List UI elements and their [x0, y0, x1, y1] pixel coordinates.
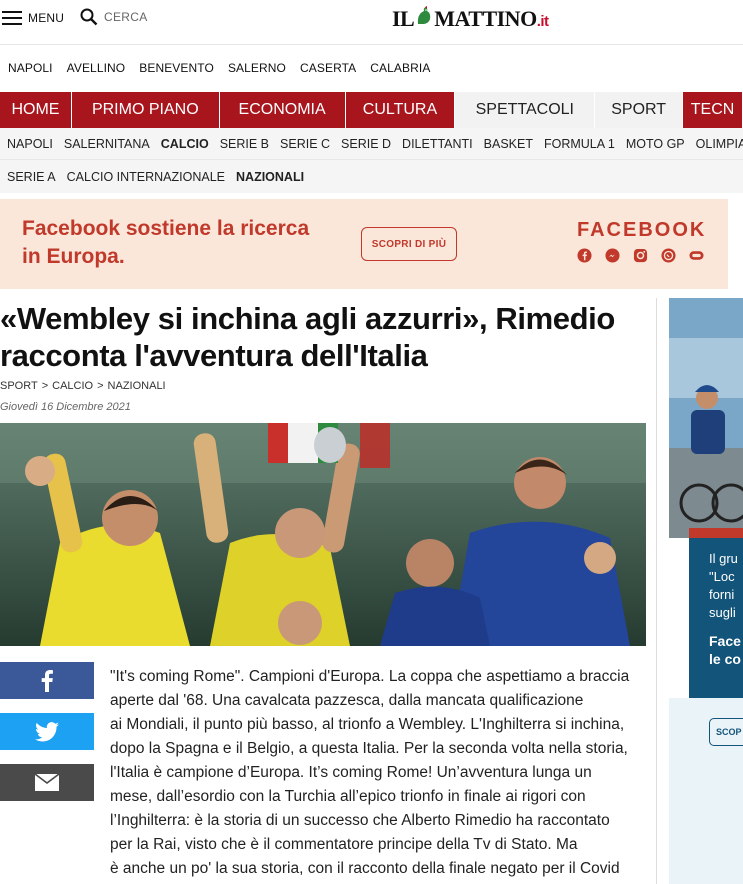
- main-nav-tab-spettacoli[interactable]: SPETTACOLI: [455, 92, 596, 128]
- local-city-nav: NAPOLI AVELLINO BENEVENTO SALERNO CASERTA CAL…: [0, 44, 743, 92]
- city-link-napoli[interactable]: NAPOLI: [8, 61, 53, 75]
- main-nav-tab-home[interactable]: HOME: [0, 92, 72, 128]
- rail-ad[interactable]: Il gru "Loc forni sugli Face le co SCOP: [669, 298, 743, 884]
- rail-ad-spacer: [709, 622, 743, 632]
- rail-ad-text: Il gru "Loc forni sugli Face le co: [709, 550, 743, 668]
- menu-label: MENU: [28, 11, 65, 25]
- section-subnav-secondary: SERIE A CALCIO INTERNAZIONALE NAZIONALI: [0, 160, 743, 193]
- main-nav-tab-primo-piano[interactable]: PRIMO PIANO: [71, 92, 220, 128]
- subnav-link-moto-gp[interactable]: MOTO GP: [626, 137, 685, 151]
- rail-ad-line: forni: [709, 587, 735, 602]
- article-body-line: per la Rai, visto che è il commentatore …: [110, 836, 578, 853]
- ad-brand: FACEBOOK: [577, 219, 707, 241]
- twitter-share-icon: [35, 721, 59, 741]
- search-button[interactable]: CERCA: [80, 8, 148, 26]
- rail-divider: [656, 298, 657, 884]
- breadcrumb-link-sport[interactable]: SPORT: [0, 380, 38, 392]
- rail-ad-line: Il gru: [709, 551, 738, 566]
- breadcrumb-link-calcio[interactable]: CALCIO: [52, 380, 93, 392]
- messenger-icon: [605, 248, 620, 263]
- menu-button[interactable]: MENU: [0, 0, 64, 36]
- main-nav-tab-economia[interactable]: ECONOMIA: [219, 92, 346, 128]
- main-nav-tab-sport[interactable]: SPORT: [595, 92, 684, 128]
- facebook-share-icon: [41, 669, 53, 692]
- article-body-line: "It's coming Rome". Campioni d'Europa. L…: [110, 668, 630, 685]
- city-link-salerno[interactable]: SALERNO: [228, 61, 286, 75]
- logo-word-mattino: MATTINO: [434, 6, 537, 31]
- subnav-link-serie-d[interactable]: SERIE D: [341, 137, 391, 151]
- main-nav: HOME PRIMO PIANO ECONOMIA CULTURA SPETTACOLI…: [0, 92, 743, 128]
- city-link-avellino[interactable]: AVELLINO: [67, 61, 126, 75]
- ad-cta-button[interactable]: SCOPRI DI PIÙ: [361, 227, 457, 261]
- main-nav-tab-tecn[interactable]: TECN: [683, 92, 743, 128]
- subnav-link-serie-c[interactable]: SERIE C: [280, 137, 330, 151]
- site-logo[interactable]: IL MATTINO .it: [392, 6, 549, 32]
- ad-social-icons: [577, 248, 704, 263]
- hamburger-icon: [2, 11, 22, 25]
- article-body-line: dopo la Spagna e il Belgio, a questa Ita…: [110, 740, 628, 757]
- article-body-line: ai Mondiali, il punto più basso, al trio…: [110, 716, 625, 733]
- city-link-calabria[interactable]: CALABRIA: [370, 61, 430, 75]
- rail-ad-line: sugli: [709, 605, 736, 620]
- article-body-line: aperte dal '68. Una cavalcata pazzesca, …: [110, 692, 584, 709]
- facebook-icon: [577, 248, 592, 263]
- logo-text: IL MATTINO: [392, 6, 537, 32]
- subnav-link-basket[interactable]: BASKET: [484, 137, 533, 151]
- whatsapp-icon: [661, 248, 676, 263]
- article-body: "It's coming Rome". Campioni d'Europa. L…: [110, 665, 650, 881]
- article-date: Giovedì 16 Dicembre 2021: [0, 401, 131, 413]
- subnav-link-formula-1[interactable]: FORMULA 1: [544, 137, 615, 151]
- email-share-icon: [35, 774, 59, 791]
- section-subnav: NAPOLI SALERNITANA CALCIO SERIE B SERIE C SER…: [0, 128, 743, 160]
- article-title: «Wembley si inchina agli azzurri», Rimed…: [0, 301, 615, 373]
- breadcrumb-separator: >: [97, 380, 104, 392]
- oculus-icon: [689, 248, 704, 263]
- subnav-link-serie-a[interactable]: SERIE A: [7, 170, 56, 184]
- hero-image[interactable]: [0, 423, 646, 646]
- search-icon: [80, 8, 98, 26]
- subnav-link-serie-b[interactable]: SERIE B: [220, 137, 269, 151]
- facebook-share-button[interactable]: [0, 662, 94, 699]
- search-label: CERCA: [104, 10, 148, 24]
- subnav-link-calcio[interactable]: CALCIO: [161, 137, 209, 151]
- article-body-line: è anche un po' la sua storia, con il rac…: [110, 860, 620, 877]
- city-link-benevento[interactable]: BENEVENTO: [139, 61, 214, 75]
- logo-suffix: .it: [536, 13, 549, 30]
- twitter-share-button[interactable]: [0, 713, 94, 750]
- rail-ad-bold-line: Face: [709, 633, 741, 649]
- ad-headline: Facebook sostiene la ricerca in Europa.: [22, 217, 310, 268]
- logo-word-il: IL: [392, 6, 415, 31]
- hero-photo-illustration: [0, 423, 646, 646]
- email-share-button[interactable]: [0, 764, 94, 801]
- subnav-link-nazionali[interactable]: NAZIONALI: [236, 170, 304, 184]
- rooster-logo-icon: [415, 6, 433, 26]
- breadcrumb-separator: >: [41, 380, 49, 392]
- instagram-icon: [633, 248, 648, 263]
- subnav-link-dilettanti[interactable]: DILETTANTI: [402, 137, 473, 151]
- subnav-link-olimpiadi[interactable]: OLIMPIADI: [696, 137, 743, 151]
- subnav-link-salernitana[interactable]: SALERNITANA: [64, 137, 150, 151]
- subnav-link-napoli[interactable]: NAPOLI: [7, 137, 53, 151]
- article-body-line: mese, dall’esordio con la Turchia all’ep…: [110, 788, 586, 805]
- article-body-line: l'Italia è campione d’Europa. It’s comin…: [110, 764, 592, 781]
- article-body-line: l’Inghilterra: è la storia di un success…: [110, 812, 610, 829]
- breadcrumb: SPORT > CALCIO > NAZIONALI: [0, 380, 166, 392]
- subnav-link-calcio-internazionale[interactable]: CALCIO INTERNAZIONALE: [67, 170, 225, 184]
- rail-ad-cta[interactable]: SCOP: [709, 718, 743, 746]
- city-link-caserta[interactable]: CASERTA: [300, 61, 356, 75]
- rail-ad-line: "Loc: [709, 569, 735, 584]
- breadcrumb-link-nazionali[interactable]: NAZIONALI: [108, 380, 166, 392]
- rail-ad-bold-line: le co: [709, 651, 741, 667]
- main-nav-tab-cultura[interactable]: CULTURA: [345, 92, 456, 128]
